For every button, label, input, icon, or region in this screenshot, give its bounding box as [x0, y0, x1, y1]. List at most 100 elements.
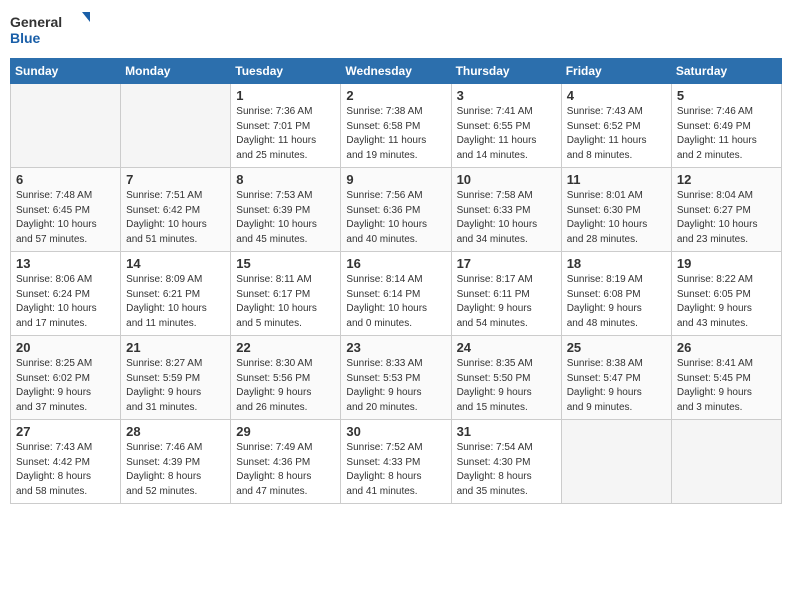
calendar-cell: 14 Sunrise: 8:09 AM Sunset: 6:21 PM Dayli…	[121, 252, 231, 336]
calendar-cell: 4 Sunrise: 7:43 AM Sunset: 6:52 PM Daylig…	[561, 84, 671, 168]
day-number: 3	[457, 88, 556, 103]
calendar-cell: 16Sunrise: 8:14 AM Sunset: 6:14 PM Dayli…	[341, 252, 451, 336]
day-number: 1	[236, 88, 335, 103]
calendar-cell: 7 Sunrise: 7:51 AM Sunset: 6:42 PM Daylig…	[121, 168, 231, 252]
calendar-cell: 21 Sunrise: 8:27 AM Sunset: 5:59 PM Dayli…	[121, 336, 231, 420]
column-header-thursday: Thursday	[451, 59, 561, 84]
column-header-tuesday: Tuesday	[231, 59, 341, 84]
day-info: Sunrise: 7:36 AM Sunset: 7:01 PM Dayligh…	[236, 105, 335, 163]
day-number: 24	[457, 340, 556, 355]
day-info: Sunrise: 8:09 AM Sunset: 6:21 PM Dayligh…	[126, 273, 225, 331]
day-number: 31	[457, 424, 556, 439]
day-number: 22	[236, 340, 335, 355]
page-header: General Blue	[10, 10, 782, 50]
calendar-cell: 11 Sunrise: 8:01 AM Sunset: 6:30 PM Dayli…	[561, 168, 671, 252]
day-info: Sunrise: 8:33 AM Sunset: 5:53 PM Dayligh…	[346, 357, 445, 415]
day-number: 11	[567, 172, 666, 187]
day-number: 4	[567, 88, 666, 103]
calendar-table: SundayMondayTuesdayWednesdayThursdayFrid…	[10, 58, 782, 504]
column-header-friday: Friday	[561, 59, 671, 84]
day-info: Sunrise: 8:38 AM Sunset: 5:47 PM Dayligh…	[567, 357, 666, 415]
calendar-cell: 24Sunrise: 8:35 AM Sunset: 5:50 PM Dayli…	[451, 336, 561, 420]
calendar-header-row: SundayMondayTuesdayWednesdayThursdayFrid…	[11, 59, 782, 84]
calendar-cell: 18 Sunrise: 8:19 AM Sunset: 6:08 PM Dayli…	[561, 252, 671, 336]
day-number: 13	[16, 256, 115, 271]
calendar-week-row: 27 Sunrise: 7:43 AM Sunset: 4:42 PM Dayli…	[11, 420, 782, 504]
day-info: Sunrise: 7:38 AM Sunset: 6:58 PM Dayligh…	[346, 105, 445, 163]
day-number: 20	[16, 340, 115, 355]
day-info: Sunrise: 7:41 AM Sunset: 6:55 PM Dayligh…	[457, 105, 556, 163]
day-number: 8	[236, 172, 335, 187]
svg-text:Blue: Blue	[10, 30, 41, 46]
day-number: 30	[346, 424, 445, 439]
logo: General Blue	[10, 10, 90, 50]
day-info: Sunrise: 7:53 AM Sunset: 6:39 PM Dayligh…	[236, 189, 335, 247]
day-info: Sunrise: 8:30 AM Sunset: 5:56 PM Dayligh…	[236, 357, 335, 415]
calendar-week-row: 13 Sunrise: 8:06 AM Sunset: 6:24 PM Dayli…	[11, 252, 782, 336]
day-info: Sunrise: 7:52 AM Sunset: 4:33 PM Dayligh…	[346, 441, 445, 499]
column-header-sunday: Sunday	[11, 59, 121, 84]
calendar-cell: 6 Sunrise: 7:48 AM Sunset: 6:45 PM Daylig…	[11, 168, 121, 252]
day-number: 18	[567, 256, 666, 271]
day-number: 12	[677, 172, 776, 187]
day-info: Sunrise: 8:27 AM Sunset: 5:59 PM Dayligh…	[126, 357, 225, 415]
logo-svg: General Blue	[10, 10, 90, 50]
column-header-wednesday: Wednesday	[341, 59, 451, 84]
day-number: 23	[346, 340, 445, 355]
calendar-week-row: 6 Sunrise: 7:48 AM Sunset: 6:45 PM Daylig…	[11, 168, 782, 252]
calendar-cell	[671, 420, 781, 504]
calendar-cell: 3 Sunrise: 7:41 AM Sunset: 6:55 PM Daylig…	[451, 84, 561, 168]
calendar-cell: 26Sunrise: 8:41 AM Sunset: 5:45 PM Dayli…	[671, 336, 781, 420]
day-number: 9	[346, 172, 445, 187]
calendar-cell: 1 Sunrise: 7:36 AM Sunset: 7:01 PM Daylig…	[231, 84, 341, 168]
calendar-week-row: 20 Sunrise: 8:25 AM Sunset: 6:02 PM Dayli…	[11, 336, 782, 420]
day-info: Sunrise: 8:06 AM Sunset: 6:24 PM Dayligh…	[16, 273, 115, 331]
calendar-cell: 31 Sunrise: 7:54 AM Sunset: 4:30 PM Dayli…	[451, 420, 561, 504]
calendar-cell: 22 Sunrise: 8:30 AM Sunset: 5:56 PM Dayli…	[231, 336, 341, 420]
calendar-cell: 2 Sunrise: 7:38 AM Sunset: 6:58 PM Daylig…	[341, 84, 451, 168]
calendar-cell: 13 Sunrise: 8:06 AM Sunset: 6:24 PM Dayli…	[11, 252, 121, 336]
calendar-cell	[561, 420, 671, 504]
day-info: Sunrise: 8:01 AM Sunset: 6:30 PM Dayligh…	[567, 189, 666, 247]
day-number: 14	[126, 256, 225, 271]
calendar-cell: 10 Sunrise: 7:58 AM Sunset: 6:33 PM Dayli…	[451, 168, 561, 252]
day-info: Sunrise: 7:46 AM Sunset: 4:39 PM Dayligh…	[126, 441, 225, 499]
day-info: Sunrise: 7:54 AM Sunset: 4:30 PM Dayligh…	[457, 441, 556, 499]
day-number: 27	[16, 424, 115, 439]
day-number: 7	[126, 172, 225, 187]
day-info: Sunrise: 8:04 AM Sunset: 6:27 PM Dayligh…	[677, 189, 776, 247]
day-info: Sunrise: 7:49 AM Sunset: 4:36 PM Dayligh…	[236, 441, 335, 499]
calendar-cell	[121, 84, 231, 168]
calendar-cell: 28 Sunrise: 7:46 AM Sunset: 4:39 PM Dayli…	[121, 420, 231, 504]
calendar-week-row: 1 Sunrise: 7:36 AM Sunset: 7:01 PM Daylig…	[11, 84, 782, 168]
day-number: 10	[457, 172, 556, 187]
calendar-cell: 9 Sunrise: 7:56 AM Sunset: 6:36 PM Daylig…	[341, 168, 451, 252]
column-header-saturday: Saturday	[671, 59, 781, 84]
day-info: Sunrise: 8:25 AM Sunset: 6:02 PM Dayligh…	[16, 357, 115, 415]
day-info: Sunrise: 8:41 AM Sunset: 5:45 PM Dayligh…	[677, 357, 776, 415]
day-info: Sunrise: 7:58 AM Sunset: 6:33 PM Dayligh…	[457, 189, 556, 247]
calendar-cell: 29 Sunrise: 7:49 AM Sunset: 4:36 PM Dayli…	[231, 420, 341, 504]
calendar-cell: 19Sunrise: 8:22 AM Sunset: 6:05 PM Dayli…	[671, 252, 781, 336]
day-number: 15	[236, 256, 335, 271]
calendar-cell	[11, 84, 121, 168]
calendar-cell: 20 Sunrise: 8:25 AM Sunset: 6:02 PM Dayli…	[11, 336, 121, 420]
day-number: 2	[346, 88, 445, 103]
day-info: Sunrise: 7:43 AM Sunset: 4:42 PM Dayligh…	[16, 441, 115, 499]
day-info: Sunrise: 7:46 AM Sunset: 6:49 PM Dayligh…	[677, 105, 776, 163]
calendar-cell: 25Sunrise: 8:38 AM Sunset: 5:47 PM Dayli…	[561, 336, 671, 420]
day-number: 6	[16, 172, 115, 187]
day-info: Sunrise: 7:56 AM Sunset: 6:36 PM Dayligh…	[346, 189, 445, 247]
day-number: 21	[126, 340, 225, 355]
day-info: Sunrise: 8:11 AM Sunset: 6:17 PM Dayligh…	[236, 273, 335, 331]
day-info: Sunrise: 7:48 AM Sunset: 6:45 PM Dayligh…	[16, 189, 115, 247]
day-info: Sunrise: 7:43 AM Sunset: 6:52 PM Dayligh…	[567, 105, 666, 163]
day-info: Sunrise: 8:14 AM Sunset: 6:14 PM Dayligh…	[346, 273, 445, 331]
calendar-cell: 23 Sunrise: 8:33 AM Sunset: 5:53 PM Dayli…	[341, 336, 451, 420]
day-number: 29	[236, 424, 335, 439]
day-info: Sunrise: 8:19 AM Sunset: 6:08 PM Dayligh…	[567, 273, 666, 331]
day-info: Sunrise: 8:17 AM Sunset: 6:11 PM Dayligh…	[457, 273, 556, 331]
day-number: 28	[126, 424, 225, 439]
day-number: 5	[677, 88, 776, 103]
day-info: Sunrise: 7:51 AM Sunset: 6:42 PM Dayligh…	[126, 189, 225, 247]
